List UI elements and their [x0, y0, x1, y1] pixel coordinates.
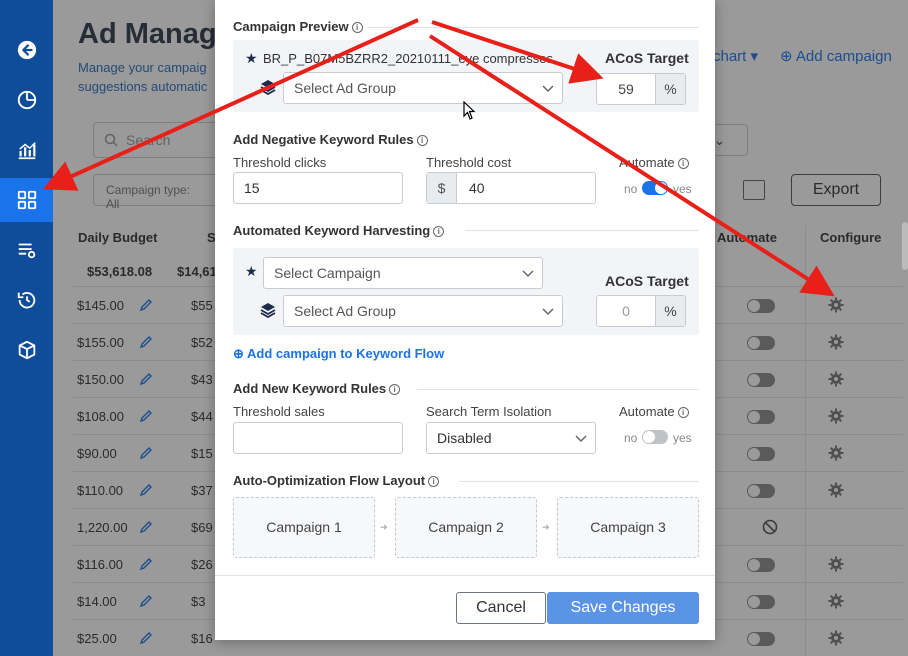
analytics-icon[interactable]	[0, 128, 53, 172]
sidebar	[0, 0, 53, 656]
divider	[417, 389, 699, 390]
flow-arrow-icon: ➜	[542, 522, 550, 532]
preview-ad-group-select[interactable]: Select Ad Group	[283, 72, 563, 104]
automate-label: Automate i	[619, 404, 689, 419]
star-icon: ★	[245, 50, 258, 66]
info-icon[interactable]: i	[433, 226, 445, 237]
flow-box-campaign-2: Campaign 2	[395, 497, 537, 558]
info-icon[interactable]: i	[389, 384, 401, 395]
chevron-down-icon	[522, 270, 534, 278]
mouse-cursor-icon	[463, 101, 476, 120]
flow-box-campaign-1: Campaign 1	[233, 497, 375, 558]
info-icon[interactable]: i	[416, 135, 428, 146]
save-changes-button[interactable]: Save Changes	[547, 592, 699, 624]
info-icon[interactable]: i	[428, 476, 440, 487]
divider	[367, 27, 699, 28]
cancel-button[interactable]: Cancel	[456, 592, 546, 624]
chevron-down-icon	[542, 85, 554, 93]
preview-acos-input[interactable]: 59 %	[596, 73, 686, 105]
campaign-config-modal: Campaign Preview i ★ BR_P_B07M5BZRR2_2021…	[215, 0, 715, 640]
package-icon[interactable]	[0, 328, 53, 372]
negative-rules-title: Add Negative Keyword Rules i	[233, 132, 428, 147]
threshold-sales-label: Threshold sales	[233, 404, 325, 419]
threshold-cost-label: Threshold cost	[426, 155, 512, 170]
harvest-acos-label: ACoS Target	[605, 273, 689, 289]
star-icon: ★	[245, 263, 258, 279]
divider	[465, 230, 699, 231]
negative-automate-toggle[interactable]	[642, 181, 668, 195]
threshold-cost-input[interactable]: $ 40	[426, 172, 596, 204]
divider	[459, 481, 699, 482]
layers-icon	[260, 80, 276, 95]
harvesting-title: Automated Keyword Harvesting i	[233, 223, 445, 238]
new-rules-title: Add New Keyword Rules i	[233, 381, 401, 396]
campaign-name: BR_P_B07M5BZRR2_20210111_eye compresses	[263, 51, 554, 66]
harvest-campaign-select[interactable]: Select Campaign	[263, 257, 543, 289]
flow-arrow-icon: ➜	[380, 522, 388, 532]
info-icon[interactable]: i	[351, 22, 363, 33]
threshold-clicks-input[interactable]: 15	[233, 172, 403, 204]
add-campaign-to-flow-link[interactable]: ⊕ Add campaign to Keyword Flow	[233, 346, 444, 362]
currency-addon: $	[427, 173, 457, 203]
add-circle-icon: ⊕	[233, 346, 244, 361]
info-icon[interactable]: i	[677, 158, 689, 169]
harvest-acos-input[interactable]: 0 %	[596, 295, 686, 327]
scrollbar[interactable]	[902, 222, 908, 270]
list-settings-icon[interactable]	[0, 228, 53, 272]
campaign-preview-title: Campaign Preview i	[233, 19, 363, 34]
flow-layout-title: Auto-Optimization Flow Layout i	[233, 473, 440, 488]
chevron-down-icon	[575, 435, 587, 443]
harvest-ad-group-select[interactable]: Select Ad Group	[283, 295, 563, 327]
ad-manager-grid-icon[interactable]	[0, 178, 53, 222]
dashboard-clock-icon[interactable]	[0, 78, 53, 122]
automate-label: Automate i	[619, 155, 689, 170]
search-term-isolation-select[interactable]: Disabled	[426, 422, 596, 454]
layers-icon	[260, 303, 276, 318]
history-icon[interactable]	[0, 278, 53, 322]
threshold-clicks-label: Threshold clicks	[233, 155, 327, 170]
search-term-isolation-label: Search Term Isolation	[426, 404, 552, 419]
new-rules-automate-toggle[interactable]	[642, 430, 668, 444]
footer-divider	[215, 575, 715, 576]
info-icon[interactable]: i	[677, 407, 689, 418]
chevron-down-icon	[542, 308, 554, 316]
acos-target-label: ACoS Target	[605, 50, 689, 66]
back-icon[interactable]	[0, 28, 53, 72]
flow-box-campaign-3: Campaign 3	[557, 497, 699, 558]
threshold-sales-input[interactable]	[233, 422, 403, 454]
